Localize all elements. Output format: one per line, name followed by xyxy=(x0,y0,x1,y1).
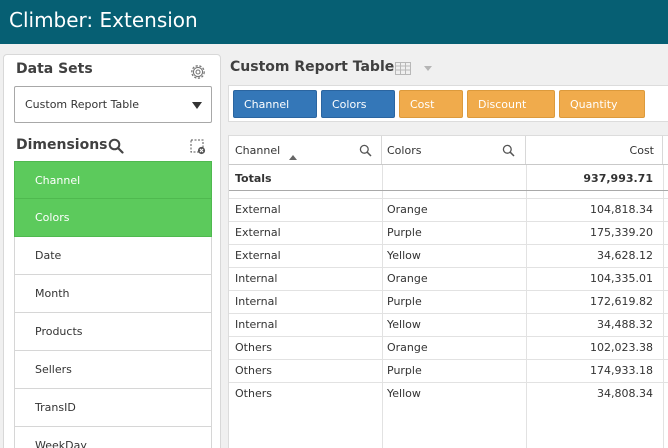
app-header: Climber: Extension xyxy=(0,0,668,44)
dimension-item-label: Colors xyxy=(35,211,70,224)
dimension-list: Channel Colors Date Month Products Selle… xyxy=(14,161,212,448)
cell-colors: Purple xyxy=(387,364,422,377)
cell-cost: 34,488.32 xyxy=(597,318,653,331)
table-row[interactable]: Others Purple 174,933.18 xyxy=(229,359,668,382)
dimension-item-label: Products xyxy=(35,325,83,338)
search-icon[interactable] xyxy=(502,144,515,157)
dimension-item-transid[interactable]: TransID xyxy=(14,389,212,427)
report-table: Channel Colors Cost Totals 937,993.71 Ex… xyxy=(228,135,668,448)
cell-colors: Yellow xyxy=(387,318,421,331)
cell-cost: 172,619.82 xyxy=(590,295,653,308)
cell-channel: External xyxy=(235,203,281,216)
dataset-select-value: Custom Report Table xyxy=(25,98,140,111)
chip-cost[interactable]: Cost xyxy=(399,90,463,118)
cell-colors: Orange xyxy=(387,341,428,354)
dimensions-title: Dimensions xyxy=(16,137,108,153)
dimension-item-products[interactable]: Products xyxy=(14,313,212,351)
workspace: Data Sets Custom Report Table Dimensions… xyxy=(0,44,668,448)
chip-label: Colors xyxy=(332,98,367,111)
cell-channel: Others xyxy=(235,364,272,377)
table-row[interactable]: Internal Orange 104,335.01 xyxy=(229,267,668,290)
dimension-item-label: WeekDay xyxy=(35,439,87,448)
cell-channel: Others xyxy=(235,387,272,400)
field-chip-bar: Channel Colors Cost Discount Quantity xyxy=(228,85,668,122)
sort-ascending-icon[interactable] xyxy=(289,155,297,160)
column-header-label: Colors xyxy=(387,144,422,157)
totals-label: Totals xyxy=(235,172,272,185)
chip-label: Discount xyxy=(478,98,527,111)
cell-channel: Internal xyxy=(235,295,278,308)
cell-colors: Purple xyxy=(387,295,422,308)
datasets-title: Data Sets xyxy=(16,61,93,77)
cell-colors: Orange xyxy=(387,272,428,285)
cell-channel: Internal xyxy=(235,318,278,331)
cell-channel: External xyxy=(235,249,281,262)
table-row[interactable]: Others Orange 102,023.38 xyxy=(229,336,668,359)
chevron-down-icon[interactable] xyxy=(424,66,432,71)
chip-label: Cost xyxy=(410,98,435,111)
dimension-item-date[interactable]: Date xyxy=(14,237,212,275)
report-title: Custom Report Table xyxy=(230,59,395,75)
search-icon[interactable] xyxy=(108,138,124,154)
cell-colors: Purple xyxy=(387,226,422,239)
column-header-colors[interactable]: Colors xyxy=(382,136,526,164)
table-row[interactable]: External Purple 175,339.20 xyxy=(229,221,668,244)
cell-colors: Yellow xyxy=(387,249,421,262)
table-row[interactable]: Others Yellow 34,808.34 xyxy=(229,382,668,405)
totals-row: Totals 937,993.71 xyxy=(229,164,668,191)
chip-quantity[interactable]: Quantity xyxy=(559,90,645,118)
dimension-item-label: Sellers xyxy=(35,363,72,376)
cell-cost: 174,933.18 xyxy=(590,364,653,377)
chip-label: Quantity xyxy=(570,98,618,111)
cell-colors: Orange xyxy=(387,203,428,216)
cell-channel: Internal xyxy=(235,272,278,285)
column-header-label: Cost xyxy=(629,144,654,157)
cell-cost: 34,808.34 xyxy=(597,387,653,400)
dimension-item-label: TransID xyxy=(35,401,76,414)
totals-cost: 937,993.71 xyxy=(583,172,653,185)
table-row[interactable]: External Yellow 34,628.12 xyxy=(229,244,668,267)
app-title: Climber: Extension xyxy=(9,8,198,32)
dimension-item-label: Month xyxy=(35,287,70,300)
cell-colors: Yellow xyxy=(387,387,421,400)
left-panel: Data Sets Custom Report Table Dimensions… xyxy=(3,54,221,448)
dimension-item-label: Channel xyxy=(35,174,81,187)
chevron-down-icon xyxy=(192,102,202,109)
cell-cost: 102,023.38 xyxy=(590,341,653,354)
dimension-item-month[interactable]: Month xyxy=(14,275,212,313)
dimension-item-sellers[interactable]: Sellers xyxy=(14,351,212,389)
table-row[interactable]: External Orange 104,818.34 xyxy=(229,198,668,221)
clear-selection-icon[interactable] xyxy=(190,139,206,155)
cell-cost: 104,818.34 xyxy=(590,203,653,216)
cell-cost: 104,335.01 xyxy=(590,272,653,285)
dimension-item-colors[interactable]: Colors xyxy=(14,199,212,237)
cell-cost: 175,339.20 xyxy=(590,226,653,239)
dimension-item-channel[interactable]: Channel xyxy=(14,161,212,199)
cell-channel: Others xyxy=(235,341,272,354)
gear-icon[interactable] xyxy=(189,63,207,81)
chip-discount[interactable]: Discount xyxy=(467,90,555,118)
dataset-select[interactable]: Custom Report Table xyxy=(14,86,212,123)
column-header-cost[interactable]: Cost xyxy=(526,136,663,164)
column-header-label: Channel xyxy=(235,144,281,157)
search-icon[interactable] xyxy=(359,144,372,157)
cell-channel: External xyxy=(235,226,281,239)
dimension-item-label: Date xyxy=(35,249,62,262)
chip-label: Channel xyxy=(244,98,290,111)
table-row[interactable]: Internal Purple 172,619.82 xyxy=(229,290,668,313)
cell-cost: 34,628.12 xyxy=(597,249,653,262)
dimension-item-weekday[interactable]: WeekDay xyxy=(14,427,212,448)
chip-channel[interactable]: Channel xyxy=(233,90,317,118)
table-icon[interactable] xyxy=(395,62,411,75)
chip-colors[interactable]: Colors xyxy=(321,90,395,118)
column-header-channel[interactable]: Channel xyxy=(229,136,382,164)
table-row[interactable]: Internal Yellow 34,488.32 xyxy=(229,313,668,336)
